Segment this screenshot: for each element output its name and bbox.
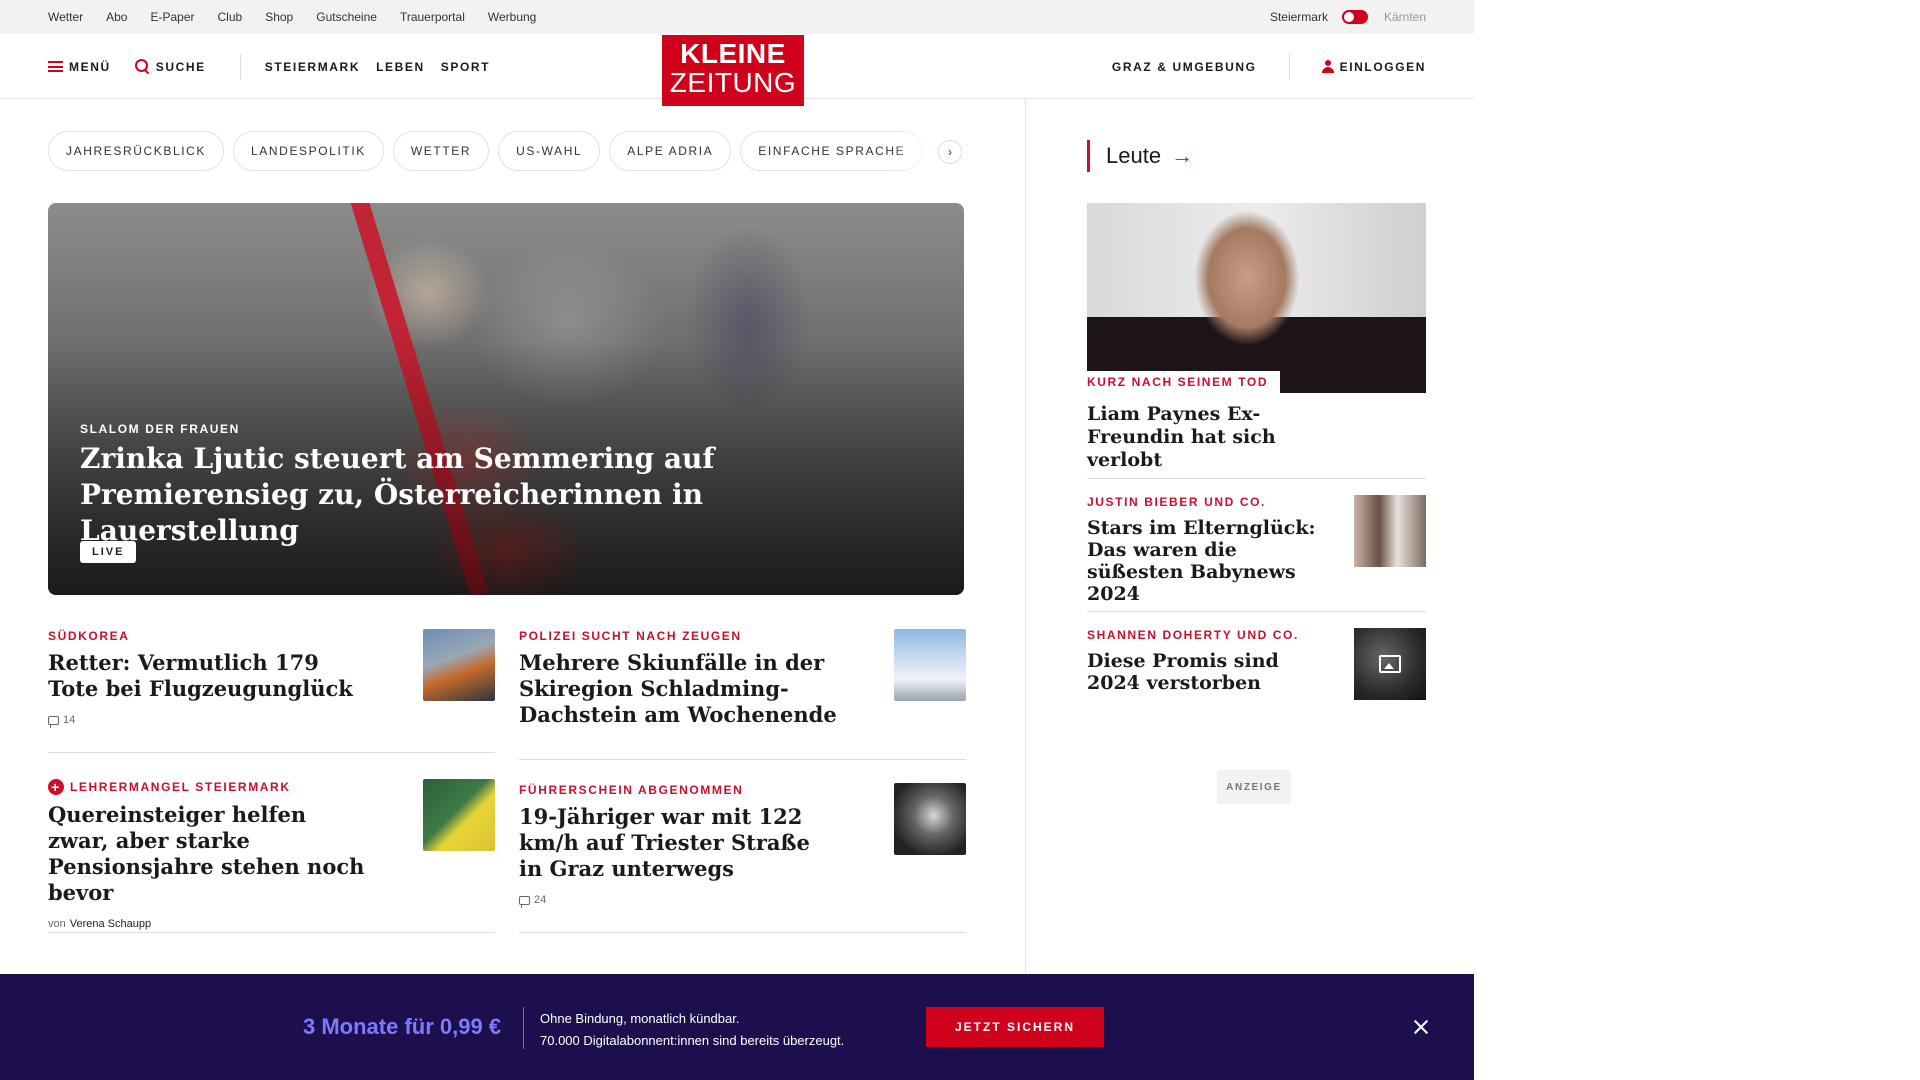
login-label: EINLOGGEN: [1339, 59, 1426, 74]
search-icon: [134, 59, 150, 74]
menu-button[interactable]: MENÜ: [48, 60, 111, 74]
promo-line-2: 70.000 Digitalabonnent:innen sind bereit…: [540, 1033, 845, 1048]
sidebar-divider: [1087, 478, 1426, 479]
hamburger-icon: [48, 61, 63, 72]
utility-link-werbung[interactable]: Werbung: [488, 10, 536, 24]
article-author: von Verena Schaupp: [48, 918, 495, 930]
logo-line-1: KLEINE: [680, 38, 786, 69]
topic-chips: JAHRESRÜCKBLICK LANDESPOLITIK WETTER US-…: [48, 131, 968, 171]
header-right-nav: GRAZ & UMGEBUNG EINLOGGEN: [1112, 34, 1426, 99]
login-button[interactable]: EINLOGGEN: [1321, 59, 1426, 74]
site-logo[interactable]: KLEINE ZEITUNG: [662, 35, 804, 106]
live-badge: LIVE: [80, 541, 137, 563]
subscribe-button[interactable]: JETZT SICHERN: [926, 1007, 1104, 1047]
sidebar-article[interactable]: SHANNEN DOHERTY UND CO. Diese Promis sin…: [1087, 628, 1426, 708]
plus-icon: +: [48, 779, 64, 795]
gallery-icon: [1379, 655, 1401, 673]
utility-links: Wetter Abo E-Paper Club Shop Gutscheine …: [48, 0, 536, 34]
article-title[interactable]: Retter: Vermutlich 179 Tote bei Flugzeug…: [48, 650, 368, 702]
comment-count-value: 24: [534, 894, 547, 906]
close-icon[interactable]: [1408, 1014, 1434, 1040]
chevron-right-icon: ›: [948, 145, 952, 159]
article-thumbnail[interactable]: [894, 783, 966, 855]
section-title-text: Leute: [1106, 143, 1162, 168]
utility-link-wetter[interactable]: Wetter: [48, 10, 83, 24]
lead-article-image[interactable]: [1087, 203, 1426, 393]
search-label: SUCHE: [155, 59, 206, 74]
article-title[interactable]: Quereinsteiger helfen zwar, aber starke …: [48, 802, 368, 906]
nav-leben[interactable]: LEBEN: [376, 60, 425, 74]
hero-title[interactable]: Zrinka Ljutic steuert am Semmering auf P…: [80, 441, 900, 549]
hero-article[interactable]: SLALOM DER FRAUEN Zrinka Ljutic steuert …: [48, 203, 964, 595]
article-thumbnail[interactable]: [894, 629, 966, 701]
article-thumbnail[interactable]: [423, 629, 495, 701]
header-left-nav: MENÜ SUCHE STEIERMARK LEBEN SPORT: [48, 34, 490, 99]
utility-link-gutscheine[interactable]: Gutscheine: [316, 10, 377, 24]
ad-label: ANZEIGE: [1217, 770, 1291, 804]
menu-label: MENÜ: [69, 59, 111, 74]
sidebar-article-title[interactable]: Stars im Elternglück: Das waren die süße…: [1087, 517, 1327, 605]
comment-icon: [48, 715, 59, 728]
promo-text: Ohne Bindung, monatlich kündbar. 70.000 …: [540, 1008, 844, 1052]
article-thumbnail[interactable]: [423, 779, 495, 851]
utility-link-abo[interactable]: Abo: [106, 10, 127, 24]
region-switch: Steiermark Kärnten: [1270, 0, 1426, 34]
nav-sport[interactable]: SPORT: [441, 60, 490, 74]
user-icon: [1321, 59, 1334, 74]
comment-count-value: 14: [63, 714, 76, 726]
nav-steiermark[interactable]: STEIERMARK: [265, 60, 360, 74]
nav-graz-umgebung[interactable]: GRAZ & UMGEBUNG: [1112, 60, 1257, 74]
author-prefix: von: [48, 918, 66, 930]
hero-kicker: SLALOM DER FRAUEN: [80, 422, 240, 436]
article-card[interactable]: FÜHRERSCHEIN ABGENOMMEN 19-Jähriger war …: [519, 783, 966, 933]
subscription-banner: 3 Monate für 0,99 € Ohne Bindung, monatl…: [0, 974, 1474, 1080]
region-kaernten[interactable]: Kärnten: [1384, 10, 1426, 24]
comment-count[interactable]: 14: [48, 714, 495, 728]
chip-wetter[interactable]: WETTER: [392, 131, 490, 171]
promo-divider: [523, 1007, 524, 1049]
column-divider: [1025, 99, 1026, 974]
chip-landespolitik[interactable]: LANDESPOLITIK: [233, 131, 384, 171]
page-margin: [1474, 0, 1920, 1080]
promo-line-1: Ohne Bindung, monatlich kündbar.: [540, 1011, 740, 1026]
promo-price: 3 Monate für 0,99 €: [303, 1014, 502, 1039]
section-title-leute[interactable]: Leute →: [1087, 140, 1193, 172]
lead-article-title[interactable]: Liam Paynes Ex-Freundin hat sich verlobt: [1087, 403, 1347, 472]
sidebar-article[interactable]: JUSTIN BIEBER UND CO. Stars im Elternglü…: [1087, 495, 1426, 605]
region-steiermark[interactable]: Steiermark: [1270, 10, 1328, 24]
chip-alpe-adria[interactable]: ALPE ADRIA: [609, 131, 732, 171]
logo-line-2: ZEITUNG: [669, 67, 797, 98]
search-button[interactable]: SUCHE: [134, 59, 206, 74]
sidebar-article-thumbnail[interactable]: [1354, 495, 1426, 567]
article-card[interactable]: + LEHRERMANGEL STEIERMARK Quereinsteiger…: [48, 779, 495, 933]
header-divider: [239, 53, 241, 80]
article-title[interactable]: Mehrere Skiunfälle in der Skiregion Schl…: [519, 650, 839, 728]
chips-next-button[interactable]: ›: [938, 140, 962, 164]
arrow-right-icon: →: [1171, 143, 1194, 168]
author-name[interactable]: Verena Schaupp: [70, 918, 151, 930]
comment-count[interactable]: 24: [519, 894, 966, 908]
utility-link-epaper[interactable]: E-Paper: [150, 10, 194, 24]
article-title[interactable]: 19-Jähriger war mit 122 km/h auf Trieste…: [519, 804, 839, 882]
article-card[interactable]: POLIZEI SUCHT NACH ZEUGEN Mehrere Skiunf…: [519, 629, 966, 760]
chip-us-wahl[interactable]: US-WAHL: [498, 131, 601, 171]
lead-article-kicker: KURZ NACH SEINEM TOD: [1087, 371, 1281, 393]
utility-link-trauerportal[interactable]: Trauerportal: [400, 10, 465, 24]
header-divider-right: [1288, 53, 1290, 80]
utility-link-club[interactable]: Club: [218, 10, 243, 24]
region-toggle[interactable]: [1341, 10, 1368, 24]
sidebar-divider: [1087, 611, 1426, 612]
utility-link-shop[interactable]: Shop: [265, 10, 293, 24]
chip-jahresrueckblick[interactable]: JAHRESRÜCKBLICK: [48, 131, 225, 171]
top-utility-bar: Wetter Abo E-Paper Club Shop Gutscheine …: [0, 0, 1474, 34]
sidebar-article-title[interactable]: Diese Promis sind 2024 verstorben: [1087, 650, 1327, 694]
comment-icon: [519, 895, 530, 908]
sidebar-article-thumbnail[interactable]: [1354, 628, 1426, 700]
article-card[interactable]: SÜDKOREA Retter: Vermutlich 179 Tote bei…: [48, 629, 495, 753]
site-header: MENÜ SUCHE STEIERMARK LEBEN SPORT KLEINE…: [0, 34, 1474, 106]
article-kicker-text: LEHRERMANGEL STEIERMARK: [70, 780, 291, 794]
